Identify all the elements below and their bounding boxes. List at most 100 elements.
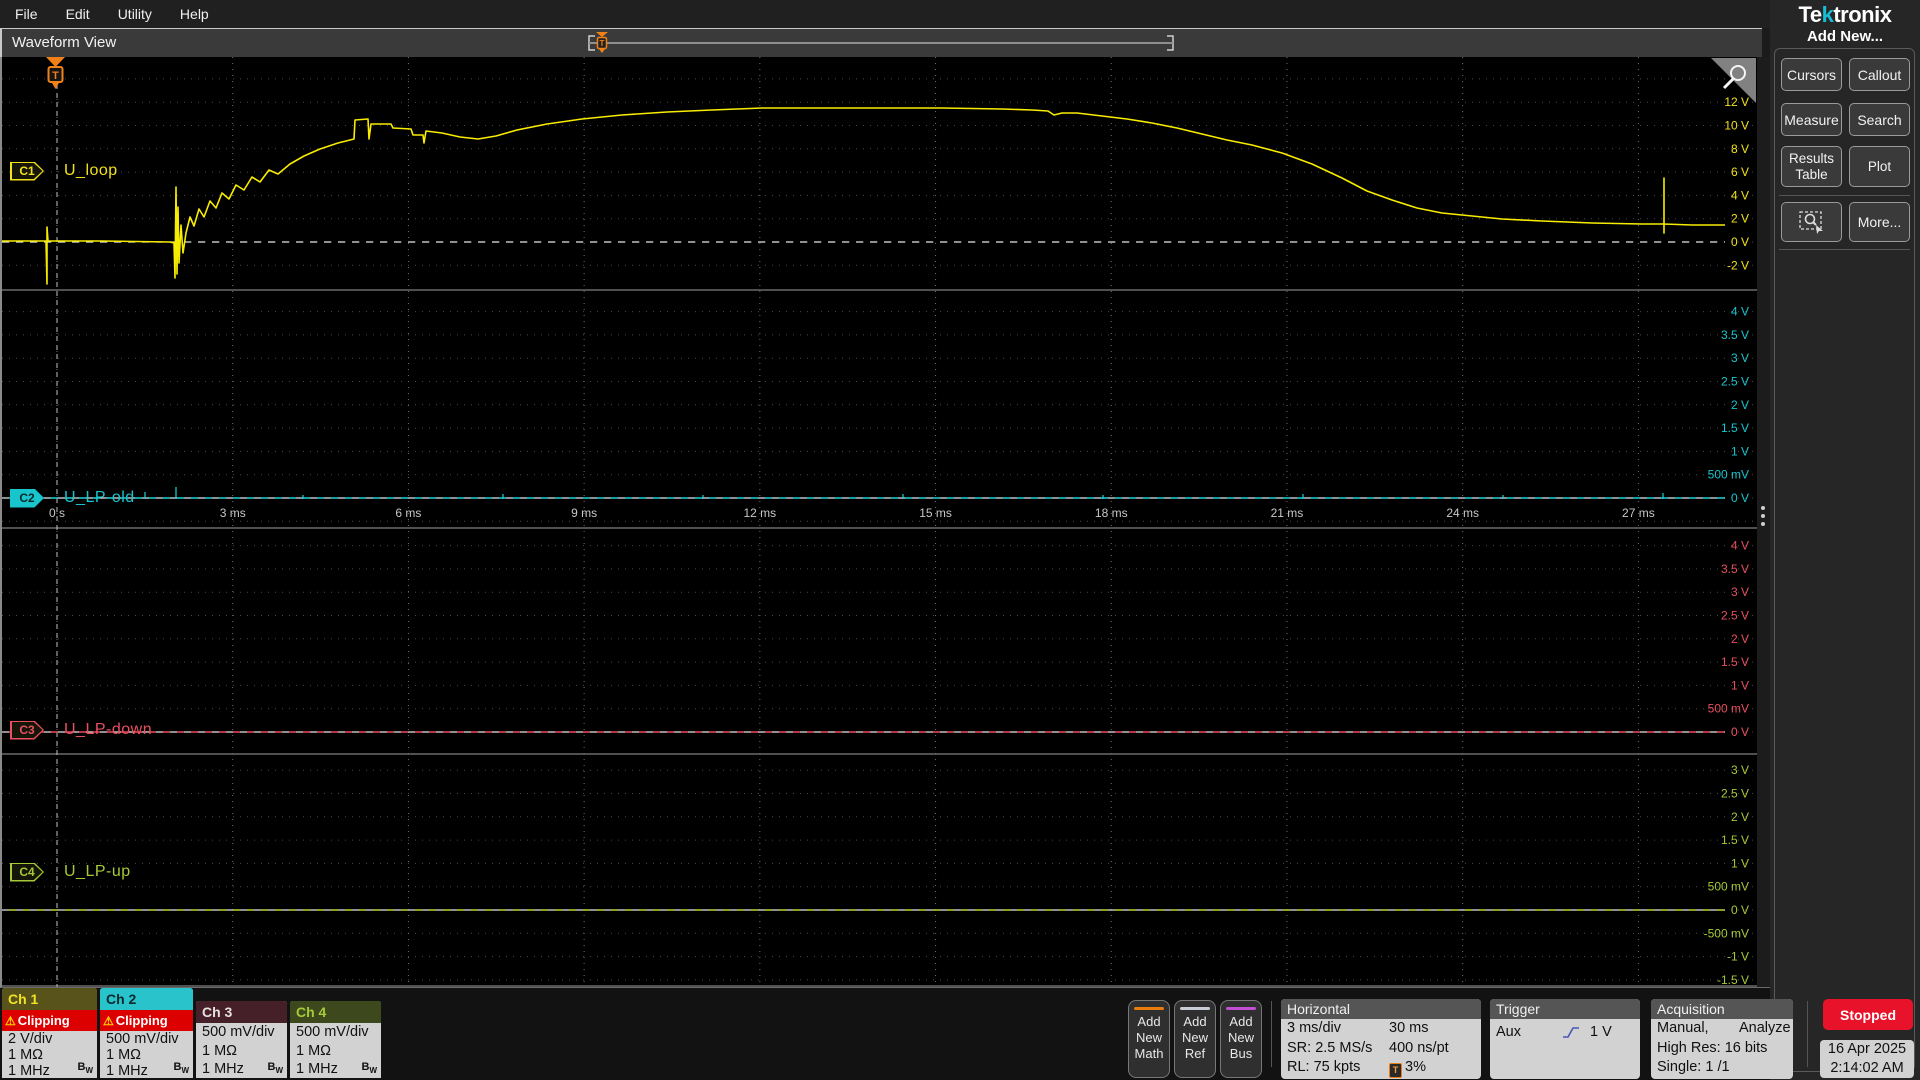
more-button[interactable]: More...: [1849, 202, 1910, 242]
x-axis-tick-label: 15 ms: [919, 506, 952, 520]
y-axis-tick-label: 3 V: [1731, 585, 1749, 599]
y-axis-tick-label: -2 V: [1727, 258, 1749, 272]
acquisition-mode: Manual,: [1657, 1020, 1709, 1036]
x-axis-tick-label: 0 s: [49, 506, 65, 520]
channel-badge-header: Ch 2: [100, 988, 193, 1010]
results-table-button[interactable]: Results Table: [1781, 146, 1842, 187]
waveform-view-titlebar: Waveform View T: [0, 28, 1762, 57]
add-new-ref-button[interactable]: Add New Ref: [1174, 1000, 1216, 1078]
horizontal-position-indicator[interactable]: T: [585, 32, 1177, 54]
x-axis-tick-label: 18 ms: [1095, 506, 1128, 520]
menu-file[interactable]: File: [15, 6, 38, 22]
channel-badge-ch1[interactable]: Ch 1 ⚠ Clipping 2 V/div 1 MΩ 1 MHz BW: [2, 988, 97, 1078]
y-axis-tick-label: 4 V: [1731, 539, 1749, 553]
y-axis-tick-label: 1 V: [1731, 444, 1749, 458]
callout-button[interactable]: Callout: [1849, 58, 1910, 91]
settings-bar: Horizontal 3 ms/div 30 ms SR: 2.5 MS/s 400…: [0, 987, 1808, 1080]
plot-right-strip: [1757, 57, 1770, 987]
channel-badge-header: Ch 3: [196, 1001, 287, 1023]
separator: [1779, 249, 1910, 250]
record-length: RL: 75 kpts: [1287, 1059, 1361, 1075]
horizontal-window: 30 ms: [1389, 1020, 1429, 1036]
acquisition-panel-title: Acquisition: [1651, 999, 1793, 1019]
date-label: 16 Apr 2025: [1827, 1041, 1907, 1057]
y-axis-tick-label: -1.5 V: [1717, 973, 1749, 987]
y-axis-tick-label: 10 V: [1724, 119, 1749, 133]
rising-edge-icon: [1563, 1027, 1579, 1038]
y-axis-tick-label: 3.5 V: [1721, 562, 1749, 576]
x-axis-tick-label: 12 ms: [743, 506, 776, 520]
cursors-button[interactable]: Cursors: [1781, 58, 1842, 91]
y-axis-tick-label: 2.5 V: [1721, 375, 1749, 389]
x-axis-tick-label: 6 ms: [395, 506, 421, 520]
menu-help[interactable]: Help: [180, 6, 209, 22]
y-axis-tick-label: 3 V: [1731, 351, 1749, 365]
more-label: More...: [1857, 214, 1902, 230]
add-new-bus-button[interactable]: Add New Bus: [1220, 1000, 1262, 1078]
zoom-select-tool-button[interactable]: [1781, 202, 1842, 242]
trigger-position-percent: 3%: [1405, 1059, 1426, 1075]
channel-badge-ch4[interactable]: Ch 4 500 mV/div 1 MΩ 1 MHz BW: [290, 1001, 381, 1078]
button-label: Cursors: [1786, 66, 1836, 83]
oscilloscope-app: File Edit Utility Help Waveform View T 12 V…: [0, 0, 1920, 1080]
plot-button[interactable]: Plot: [1849, 146, 1910, 187]
sample-interval: 400 ns/pt: [1389, 1039, 1449, 1056]
svg-text:T: T: [600, 39, 605, 48]
y-axis-tick-label: 1 V: [1731, 678, 1749, 692]
waveform-plot-area[interactable]: 12 V 10 V 8 V 6 V 4 V 2 V 0 V -2 V 4 V 3.5 V 3 V 2.…: [0, 57, 1757, 987]
measure-button[interactable]: Measure: [1781, 103, 1842, 136]
run-stop-status-button[interactable]: Stopped: [1823, 999, 1913, 1030]
datetime-display: 16 Apr 2025 2:14:02 AM: [1820, 1040, 1914, 1078]
y-axis-tick-label: 2.5 V: [1721, 609, 1749, 623]
button-label: Table: [1795, 166, 1828, 182]
menu-utility[interactable]: Utility: [118, 6, 152, 22]
trigger-source: Aux: [1496, 1024, 1521, 1040]
trigger-position-icon[interactable]: T: [596, 32, 608, 53]
y-axis-tick-label: 4 V: [1731, 305, 1749, 319]
button-label: Measure: [1784, 111, 1839, 128]
y-axis-tick-label: 12 V: [1724, 95, 1749, 109]
time-label: 2:14:02 AM: [1830, 1060, 1904, 1076]
y-axis-tick-label: 2 V: [1731, 810, 1749, 824]
channel-badge-ch3[interactable]: Ch 3 500 mV/div 1 MΩ 1 MHz BW: [196, 1001, 287, 1078]
y-axis-tick-label: 2 V: [1731, 212, 1749, 226]
acquisition-panel[interactable]: Acquisition Manual, Analyze High Res: 16 …: [1651, 999, 1793, 1079]
zoom-select-icon: [1798, 211, 1823, 234]
bandwidth-limit-label: BW: [173, 1060, 189, 1075]
y-axis-tick-label: 500 mV: [1708, 880, 1749, 894]
channel-badge-ch2[interactable]: Ch 2 ⚠ Clipping 500 mV/div 1 MΩ 1 MHz BW: [100, 988, 193, 1078]
search-button[interactable]: Search: [1849, 103, 1910, 136]
horizontal-panel-title: Horizontal: [1281, 999, 1481, 1019]
y-axis-tick-label: 1 V: [1731, 856, 1749, 870]
y-axis-tick-label: 500 mV: [1708, 702, 1749, 716]
horizontal-panel[interactable]: Horizontal 3 ms/div 30 ms SR: 2.5 MS/s 400…: [1281, 999, 1481, 1079]
y-axis-tick-label: 4 V: [1731, 188, 1749, 202]
trigger-panel-title: Trigger: [1490, 999, 1640, 1019]
sidebar-button-panel: Cursors Callout Measure Search Results Table P…: [1774, 48, 1915, 1072]
trigger-panel[interactable]: Trigger Aux 1 V: [1490, 999, 1640, 1079]
channel-setting-row: 2 V/div: [8, 1031, 53, 1047]
menu-edit[interactable]: Edit: [66, 6, 90, 22]
logo-accent-letter: k: [1821, 2, 1834, 27]
clipping-warning-icon: ⚠: [103, 1014, 114, 1028]
y-axis-tick-label: 0 V: [1731, 491, 1749, 505]
add-new-math-button[interactable]: Add New Math: [1128, 1000, 1170, 1078]
x-axis-tick-label: 9 ms: [571, 506, 597, 520]
clipping-warning-icon: ⚠: [5, 1014, 16, 1028]
channel-setting-row: 1 MΩ: [202, 1042, 238, 1059]
pane-drag-handle[interactable]: [1761, 502, 1765, 530]
y-axis-tick-label: 1.5 V: [1721, 833, 1749, 847]
button-label: Search: [1857, 111, 1902, 128]
y-axis-tick-label: 0 V: [1731, 235, 1749, 249]
trigger-level: 1 V: [1590, 1024, 1612, 1040]
x-axis-tick-label: 27 ms: [1622, 506, 1655, 520]
channel-setting-row: 500 mV/div: [202, 1024, 275, 1040]
x-axis-tick-label: 21 ms: [1271, 506, 1304, 520]
acquisition-analyze: Analyze: [1739, 1020, 1791, 1036]
y-axis-tick-label: 6 V: [1731, 165, 1749, 179]
svg-text:T: T: [52, 70, 59, 82]
y-axis-tick-label: 2.5 V: [1721, 787, 1749, 801]
bandwidth-limit-label: BW: [361, 1060, 377, 1075]
channel-setting-row: 1 MΩ: [296, 1042, 332, 1059]
channel-badge-header: Ch 1: [2, 988, 97, 1010]
